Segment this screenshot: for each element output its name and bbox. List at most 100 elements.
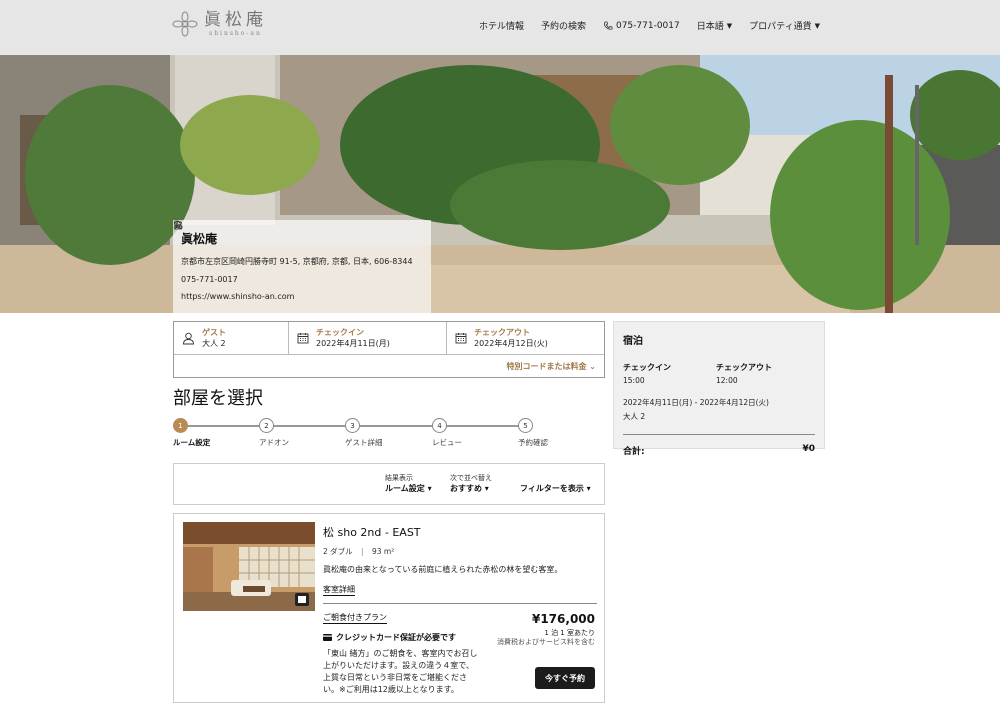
step-number: 1 — [173, 418, 188, 433]
results-view-label: 結果表示 — [385, 474, 413, 482]
caret-down-icon: ▾ — [484, 484, 489, 493]
step-label: レビュー — [432, 438, 462, 447]
rate-plan-description: 「東山 緒方」のご朝食を、客室内でお召し 上がりいただけます。設えの違う４室で、… — [323, 648, 483, 696]
hotel-info-card: 眞松庵 京都市左京区岡崎円勝寺町 91-5, 京都府, 京都, 日本, 606-… — [173, 220, 431, 313]
hero-image: 眞松庵 京都市左京区岡崎円勝寺町 91-5, 京都府, 京都, 日本, 606-… — [0, 55, 1000, 313]
plan-desc-line: 上がりいただけます。設えの違う４室で、 — [323, 661, 474, 670]
chevron-down-icon: ▼ — [814, 21, 820, 30]
stay-summary-panel: 宿泊 チェックイン 15:00 チェックアウト 12:00 2022年4月11日… — [613, 321, 825, 457]
nav-phone[interactable]: 075-771-0017 — [603, 21, 680, 31]
hotel-website-row[interactable]: https://www.shinsho-an.com — [174, 221, 423, 301]
checkin-value: 2022年4月11日(月) — [316, 339, 390, 348]
nav-booking-search[interactable]: 予約の検索 — [541, 19, 586, 32]
link-icon — [174, 221, 182, 229]
hotel-website: https://www.shinsho-an.com — [181, 292, 295, 301]
chevron-down-icon: ▼ — [726, 21, 733, 30]
hotel-logo[interactable]: 眞松庵 shinsho-an — [172, 10, 267, 37]
room-area: 93 m² — [371, 547, 395, 556]
room-name: 松 sho 2nd - EAST — [323, 526, 421, 539]
results-view-dropdown[interactable]: 結果表示 ルーム設定 ▾ — [385, 474, 432, 494]
room-interior-photo — [183, 522, 315, 611]
hotel-name: 眞松庵 — [181, 232, 218, 246]
total-label: 合計: — [623, 447, 645, 457]
checkin-date-picker[interactable]: チェックイン 2022年4月11日(月) — [289, 322, 447, 354]
summary-total: 合計: ¥0 — [623, 444, 815, 457]
room-description: 眞松庵の由来となっている前庭に植えられた赤松の林を望む客室。 — [323, 565, 563, 574]
checkout-value: 2022年4月12日(火) — [474, 339, 548, 348]
top-header: 眞松庵 shinsho-an ホテル情報 予約の検索 075-771-0017 … — [0, 0, 1000, 55]
currency-label: プロパティ通貨 — [749, 22, 812, 32]
page-title: 部屋を選択 — [173, 388, 263, 409]
divider — [623, 434, 815, 435]
booking-search-box: ゲスト 大人 2 チェックイン 2022年4月11日(月) チェックアウト 20… — [173, 321, 605, 378]
language-selector[interactable]: 日本語 ▼ — [696, 19, 733, 33]
room-details-link[interactable]: 客室詳細 — [323, 584, 355, 596]
show-filters-button[interactable]: フィルターを表示 ▾ — [520, 474, 591, 494]
sort-by-label: 次で並べ替え — [450, 474, 492, 482]
caret-down-icon: ▾ — [427, 484, 432, 493]
plan-desc-line: 上質な日常という非日常をご堪能くださ — [323, 673, 467, 682]
room-beds: 2 ダブル — [323, 547, 353, 556]
language-label: 日本語 — [696, 22, 724, 32]
guest-value: 大人 2 — [202, 339, 226, 348]
sort-by-dropdown[interactable]: 次で並べ替え おすすめ ▾ — [450, 474, 492, 494]
room-photo[interactable] — [183, 522, 315, 611]
phone-icon — [604, 21, 613, 30]
summary-checkout-label: チェックアウト — [716, 363, 772, 372]
step-label: 予約確認 — [518, 438, 548, 447]
step-label: ゲスト詳細 — [345, 438, 383, 447]
room-meta: 2 ダブル | 93 m² — [323, 547, 395, 556]
person-icon — [183, 332, 194, 344]
hotel-address: 京都市左京区岡崎円勝寺町 91-5, 京都府, 京都, 日本, 606-8344 — [181, 257, 413, 266]
checkout-date-picker[interactable]: チェックアウト 2022年4月12日(火) — [447, 322, 604, 354]
sort-filter-bar: 結果表示 ルーム設定 ▾ 次で並べ替え おすすめ ▾ フィルターを表示 ▾ — [173, 463, 605, 505]
step-number: 4 — [432, 418, 447, 433]
logo-text-en: shinsho-an — [209, 30, 262, 37]
credit-card-icon — [323, 634, 332, 641]
summary-checkout: チェックアウト 12:00 — [716, 362, 809, 385]
promo-code-label: 特別コードまたは料金 — [506, 362, 587, 371]
hotel-exterior-photo — [0, 55, 1000, 313]
logo-text-jp: 眞松庵 — [204, 10, 267, 30]
hotel-phone-row[interactable]: 075-771-0017 — [174, 220, 423, 284]
book-now-button[interactable]: 今すぐ予約 — [535, 667, 595, 689]
checkin-label: チェックイン — [316, 328, 364, 337]
nav-hotel-info[interactable]: ホテル情報 — [479, 19, 524, 32]
summary-title: 宿泊 — [623, 336, 643, 347]
divider — [323, 603, 597, 604]
credit-card-text: クレジットカード保証が必要です — [336, 633, 456, 642]
step-confirmation: 5 予約確認 — [518, 418, 548, 448]
plan-desc-line: 「東山 緒方」のご朝食を、客室内でお召し — [323, 649, 478, 658]
hotel-phone: 075-771-0017 — [181, 275, 238, 284]
calendar-icon — [297, 333, 309, 344]
summary-dates: 2022年4月11日(月) - 2022年4月12日(火) — [623, 398, 769, 407]
credit-card-notice: クレジットカード保証が必要です — [323, 632, 456, 643]
results-view-value: ルーム設定 — [385, 484, 425, 493]
caret-down-icon: ▾ — [586, 484, 591, 493]
step-guest-details: 3 ゲスト詳細 — [345, 418, 383, 448]
summary-checkin-label: チェックイン — [623, 363, 671, 372]
checkout-label: チェックアウト — [474, 328, 530, 337]
nav-phone-text: 075-771-0017 — [615, 20, 680, 31]
tax-note: 消費税およびサービス料を含む — [497, 638, 595, 646]
room-price: ¥176,000 — [531, 612, 595, 626]
currency-selector[interactable]: プロパティ通貨 ▼ — [749, 19, 820, 33]
promo-code-toggle[interactable]: 特別コードまたは料金 ⌄ — [507, 361, 597, 372]
summary-checkout-time: 12:00 — [716, 376, 738, 385]
guest-selector[interactable]: ゲスト 大人 2 — [174, 322, 289, 354]
chevron-down-icon: ⌄ — [589, 362, 596, 371]
booking-progress-steps: 1 ルーム設定 2 アドオン 3 ゲスト詳細 4 レビュー 5 予約確認 — [173, 418, 553, 450]
show-filters-label: フィルターを表示 — [520, 484, 584, 493]
step-label: ルーム設定 — [173, 438, 211, 447]
step-number: 3 — [345, 418, 360, 433]
step-addons: 2 アドオン — [259, 418, 289, 448]
main-nav: ホテル情報 予約の検索 075-771-0017 日本語 ▼ プロパティ通貨 ▼ — [479, 19, 820, 33]
rate-plan-link[interactable]: ご朝食付きプラン — [323, 612, 387, 624]
room-card: 松 sho 2nd - EAST 2 ダブル | 93 m² 眞松庵の由来となっ… — [173, 513, 605, 703]
flower-logo-icon — [172, 11, 198, 36]
step-number: 5 — [518, 418, 533, 433]
step-review: 4 レビュー — [432, 418, 462, 448]
step-room-settings: 1 ルーム設定 — [173, 418, 210, 448]
summary-guests: 大人 2 — [623, 412, 646, 421]
hotel-address-row: 京都市左京区岡崎円勝寺町 91-5, 京都府, 京都, 日本, 606-8344 — [174, 220, 423, 267]
